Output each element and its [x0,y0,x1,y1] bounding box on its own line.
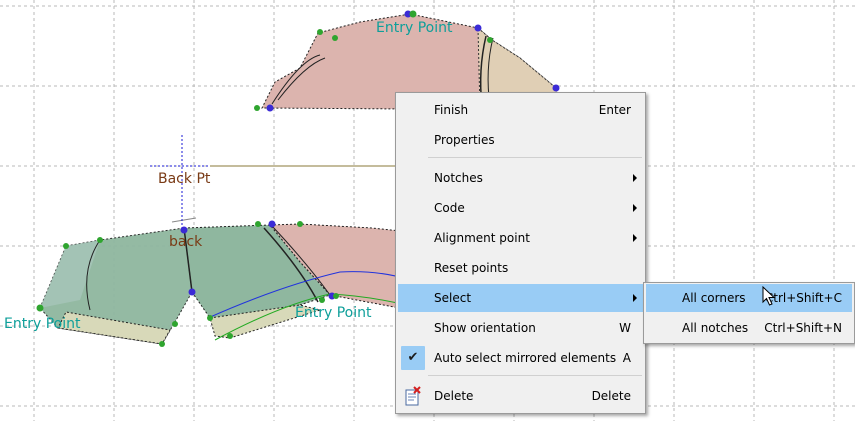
menu-item-shortcut: Enter [598,103,631,117]
menu-item-reset-points[interactable]: Reset points [398,254,643,282]
menu-item-label: All corners [682,291,746,305]
menu-item-select[interactable]: Select [398,284,643,312]
menu-item-properties[interactable]: Properties [398,126,643,154]
menu-item-shortcut: Delete [591,389,631,403]
menu-item-label: Alignment point [434,231,530,245]
entry-point-label: Entry Point [4,316,81,332]
menu-item-label: Show orientation [434,321,536,335]
menu-item-label: Select [434,291,472,305]
menu-item-shortcut: W [619,321,631,335]
menu-item-shortcut: A [622,351,631,365]
menu-separator [428,157,642,158]
chevron-right-icon [633,294,637,302]
menu-item-alignment-point[interactable]: Alignment point [398,224,643,252]
menu-item-shortcut: Ctrl+Shift+N [764,321,842,335]
back-label: back [169,234,203,250]
menu-item-auto-select-mirrored[interactable]: ✔ Auto select mirrored elements A [398,344,643,372]
submenu-item-all-notches[interactable]: All notches Ctrl+Shift+N [646,314,852,342]
menu-item-show-orientation[interactable]: Show orientation W [398,314,643,342]
checkmark-icon: ✔ [401,346,425,370]
menu-item-label: Finish [434,103,469,117]
menu-item-label: Code [434,201,465,215]
chevron-right-icon [633,234,637,242]
back-pt-label: Back Pt [158,171,211,187]
submenu-item-all-corners[interactable]: All corners Ctrl+Shift+C [646,284,852,312]
menu-item-label: Auto select mirrored elements [434,351,617,365]
menu-separator [428,375,642,376]
entry-point-label: Entry Point [376,20,453,36]
menu-item-code[interactable]: Code [398,194,643,222]
menu-item-label: All notches [682,321,749,335]
entry-point-label: Entry Point [295,305,372,321]
menu-item-label: Delete [434,389,474,403]
mouse-cursor-icon [762,286,776,306]
menu-item-label: Reset points [434,261,509,275]
chevron-right-icon [633,204,637,212]
menu-item-delete[interactable]: Delete Delete [398,382,643,410]
chevron-right-icon [633,174,637,182]
menu-item-label: Notches [434,171,483,185]
menu-item-finish[interactable]: Finish Enter [398,96,643,124]
delete-icon [405,386,421,406]
menu-item-notches[interactable]: Notches [398,164,643,192]
select-submenu: All corners Ctrl+Shift+C All notches Ctr… [643,282,855,344]
menu-item-shortcut: Ctrl+Shift+C [764,291,842,305]
menu-item-label: Properties [434,133,495,147]
context-menu: Finish Enter Properties Notches Code Ali… [395,92,646,414]
